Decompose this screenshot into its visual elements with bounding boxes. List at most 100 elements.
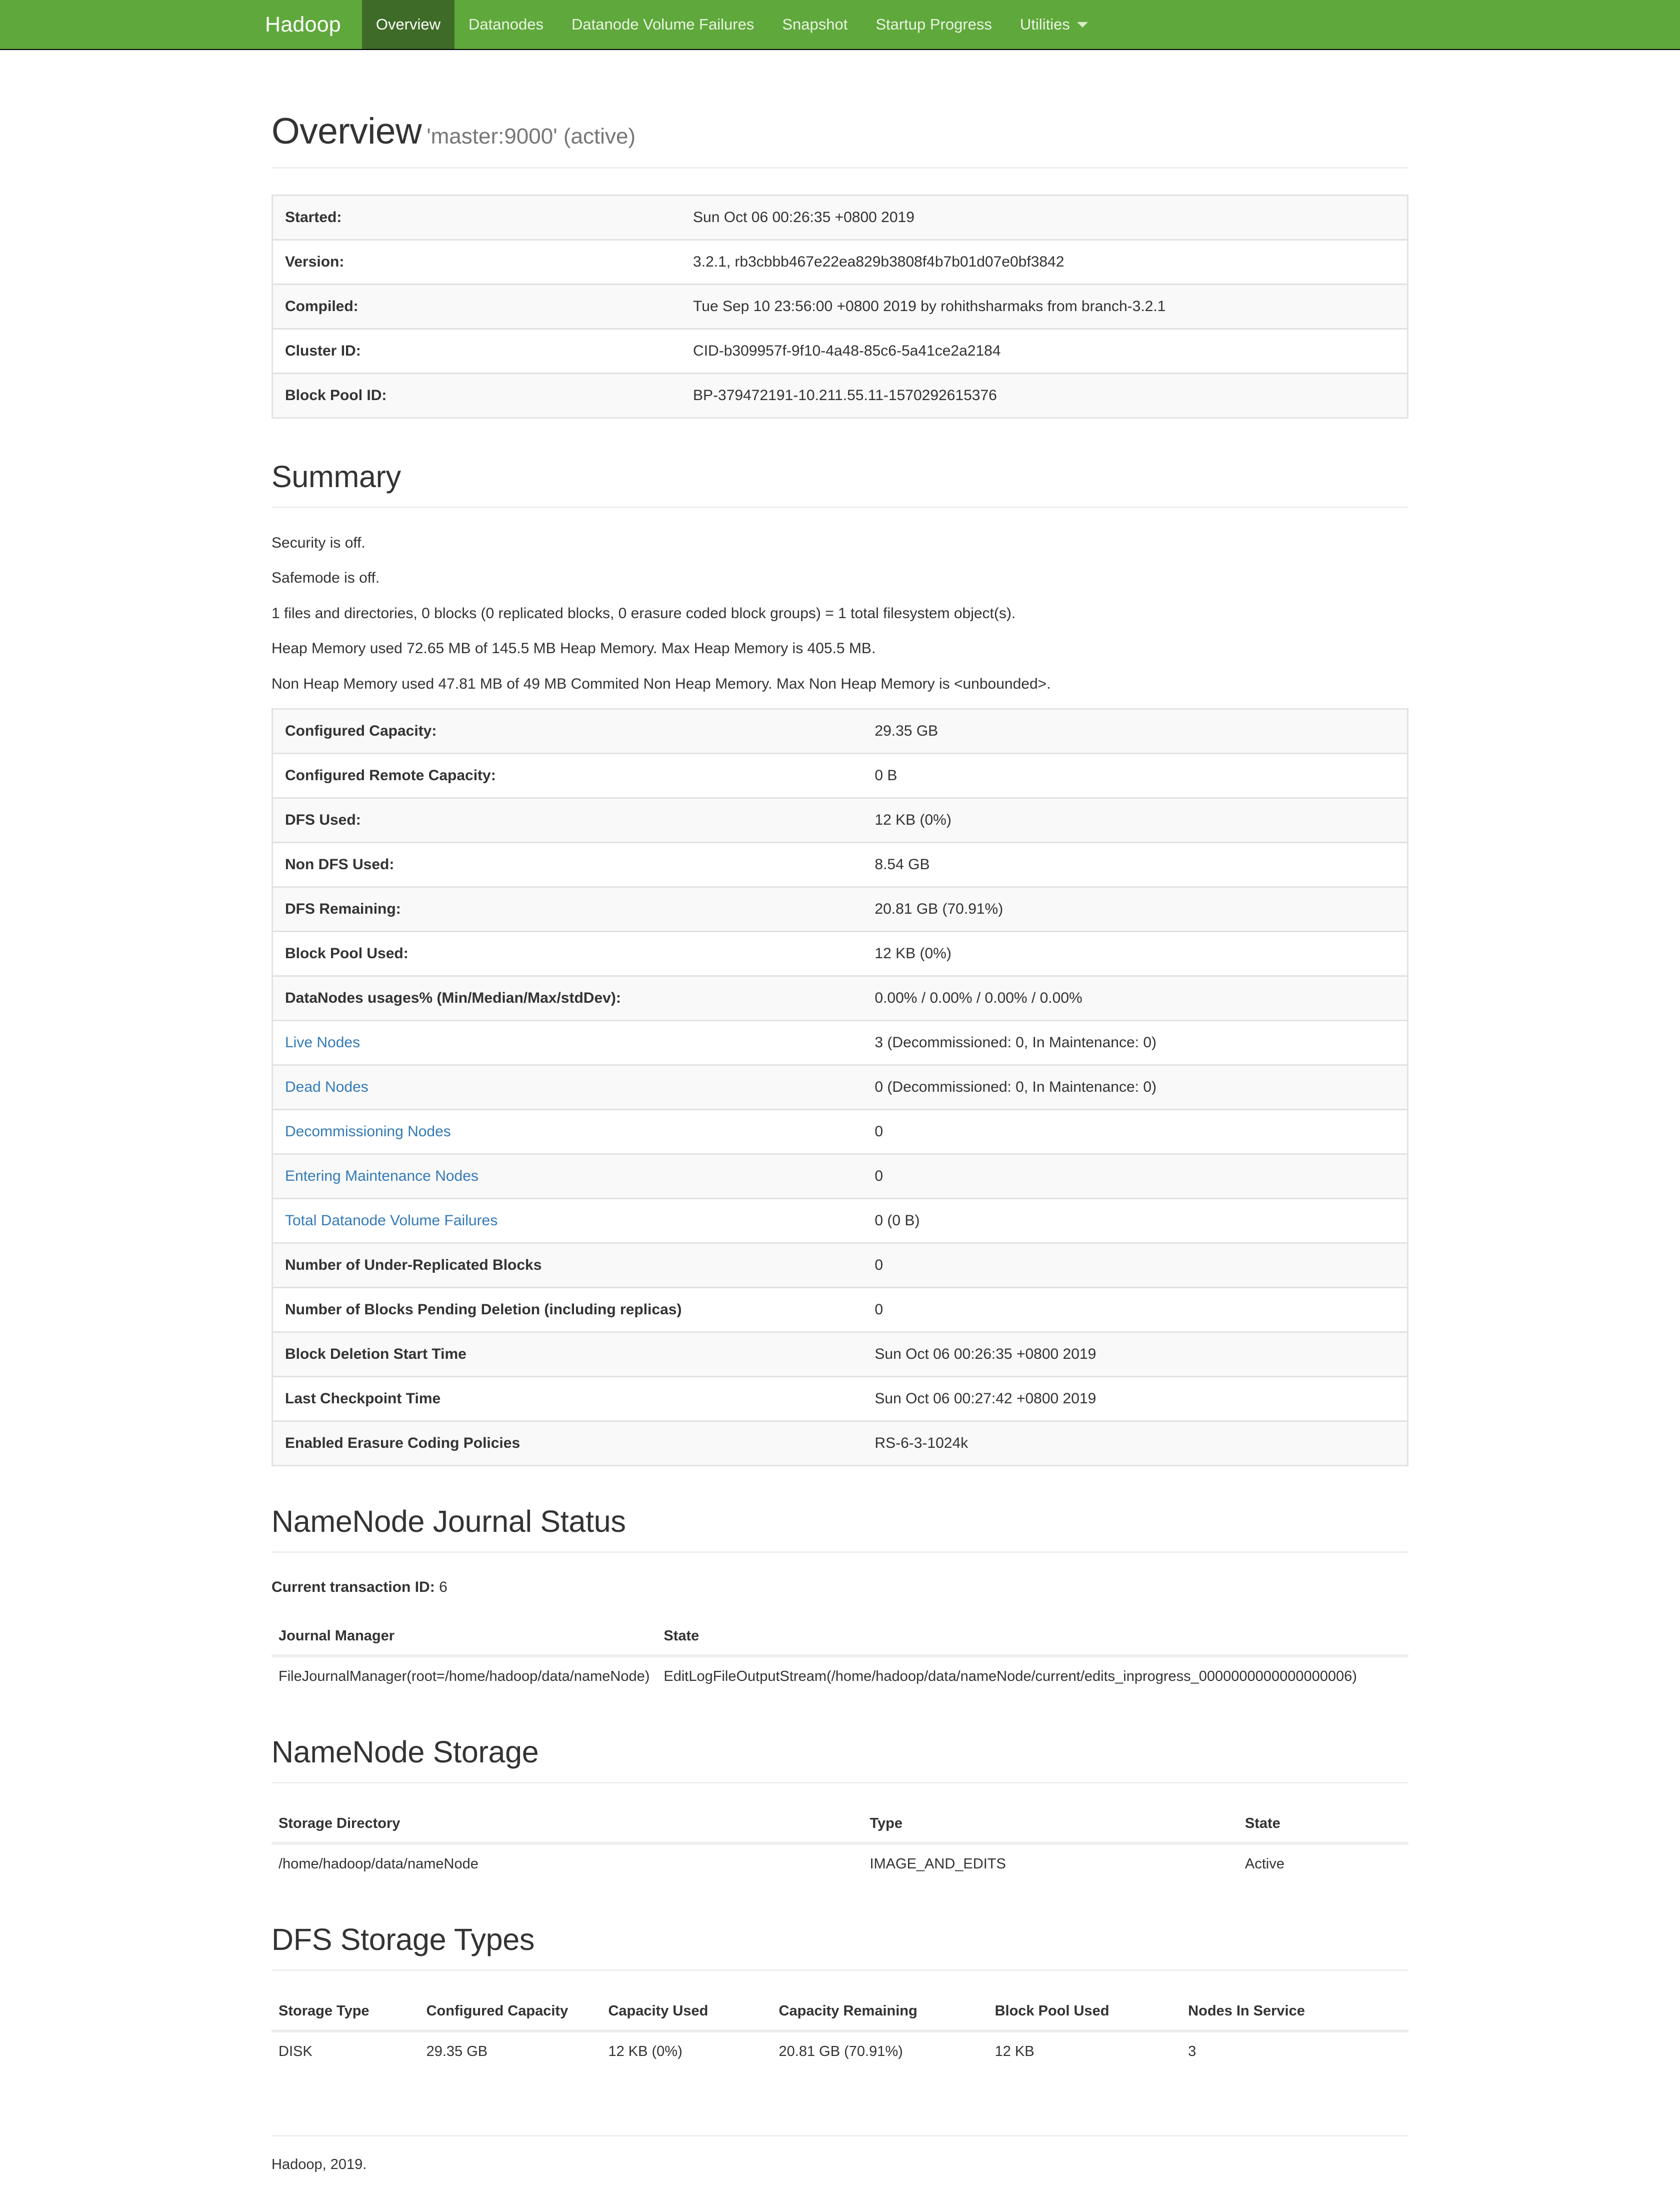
nav-tab-startup-progress[interactable]: Startup Progress bbox=[862, 0, 1006, 49]
table-header-row: Journal Manager State bbox=[272, 1619, 1408, 1658]
link-total-datanode-volume-failures[interactable]: Total Datanode Volume Failures bbox=[285, 1212, 498, 1229]
info-table-wrapper: Started: Sun Oct 06 00:26:35 +0800 2019 … bbox=[272, 194, 1408, 419]
table-row: DFS Used: 12 KB (0%) bbox=[272, 797, 1408, 843]
table-row: Version: 3.2.1, rb3cbbb467e22ea829b3808f… bbox=[272, 239, 1408, 285]
journal-body: Current transaction ID: 6 Journal Manage… bbox=[272, 1579, 1408, 1697]
summary-value: Sun Oct 06 00:26:35 +0800 2019 bbox=[862, 1331, 1408, 1377]
dfs-col-nodes-in-service: Nodes In Service bbox=[1181, 1994, 1408, 2033]
nav-tab-snapshot[interactable]: Snapshot bbox=[768, 0, 862, 49]
summary-key-label: DataNodes usages% (Min/Median/Max/stdDev… bbox=[285, 990, 621, 1007]
summary-key: DFS Remaining: bbox=[272, 886, 863, 932]
info-key-label: Cluster ID: bbox=[285, 342, 361, 359]
journal-manager-value: FileJournalManager(root=/home/hadoop/dat… bbox=[278, 1668, 650, 1685]
nav-tab-datanode-volume-failures[interactable]: Datanode Volume Failures bbox=[558, 0, 768, 49]
table-header-row: Storage Type Configured Capacity Capacit… bbox=[272, 1994, 1408, 2033]
summary-key-label: Configured Remote Capacity: bbox=[285, 767, 496, 784]
link-decommissioning-nodes[interactable]: Decommissioning Nodes bbox=[285, 1123, 451, 1140]
info-key-label: Version: bbox=[285, 253, 344, 270]
dfs-col-capacity-used: Capacity Used bbox=[601, 1994, 772, 2033]
info-value: Tue Sep 10 23:56:00 +0800 2019 by rohith… bbox=[681, 283, 1408, 329]
table-row: Block Pool ID: BP-379472191-10.211.55.11… bbox=[272, 372, 1408, 418]
summary-key: Number of Under-Replicated Blocks bbox=[272, 1242, 863, 1288]
summary-key-label: DFS Remaining: bbox=[285, 901, 401, 918]
table-row: /home/hadoop/data/nameNode IMAGE_AND_EDI… bbox=[272, 1843, 1408, 1884]
table-row: Live Nodes 3 (Decommissioned: 0, In Main… bbox=[272, 1020, 1408, 1065]
summary-key: Dead Nodes bbox=[272, 1064, 863, 1110]
table-row: Number of Blocks Pending Deletion (inclu… bbox=[272, 1287, 1408, 1332]
storage-body: Storage Directory Type State /home/hadoo… bbox=[272, 1806, 1408, 1884]
dfs-col-storage-type: Storage Type bbox=[272, 1994, 420, 2033]
summary-key-label: Last Checkpoint Time bbox=[285, 1390, 441, 1407]
summary-key: Decommissioning Nodes bbox=[272, 1109, 863, 1154]
table-row: Non DFS Used: 8.54 GB bbox=[272, 842, 1408, 887]
summary-value: 12 KB (0%) bbox=[862, 931, 1408, 976]
page-title-text: Overview bbox=[272, 111, 422, 152]
journal-table: Journal Manager State FileJournalManager… bbox=[272, 1619, 1408, 1697]
link-dead-nodes[interactable]: Dead Nodes bbox=[285, 1079, 368, 1095]
summary-table: Configured Capacity: 29.35 GB Configured… bbox=[272, 708, 1408, 1467]
table-row: Block Pool Used: 12 KB (0%) bbox=[272, 931, 1408, 976]
nav-tab-datanodes[interactable]: Datanodes bbox=[454, 0, 558, 49]
nav-tab-overview[interactable]: Overview bbox=[362, 0, 455, 49]
summary-key: Block Pool Used: bbox=[272, 931, 863, 976]
info-key: Cluster ID: bbox=[272, 328, 682, 374]
brand-logo[interactable]: Hadoop bbox=[254, 0, 362, 49]
summary-paragraphs: Security is off. Safemode is off. 1 file… bbox=[272, 532, 1408, 695]
dfs-col-capacity-remaining: Capacity Remaining bbox=[772, 1994, 988, 2033]
storage-col-directory: Storage Directory bbox=[272, 1806, 863, 1845]
summary-key: DFS Used: bbox=[272, 797, 863, 843]
info-value: 3.2.1, rb3cbbb467e22ea829b3808f4b7b01d07… bbox=[681, 239, 1408, 285]
storage-heading: NameNode Storage bbox=[272, 1736, 1408, 1784]
page-content: Overview'master:9000' (active) Started: … bbox=[270, 111, 1410, 2203]
summary-key: Total Datanode Volume Failures bbox=[272, 1198, 863, 1243]
storage-col-type: Type bbox=[862, 1806, 1238, 1845]
journal-col-state: State bbox=[656, 1619, 1408, 1658]
table-row: DataNodes usages% (Min/Median/Max/stdDev… bbox=[272, 975, 1408, 1021]
summary-value: 0 (Decommissioned: 0, In Maintenance: 0) bbox=[862, 1064, 1408, 1110]
summary-value: 0 (0 B) bbox=[862, 1198, 1408, 1243]
info-value: Sun Oct 06 00:26:35 +0800 2019 bbox=[681, 195, 1408, 240]
table-row: Configured Remote Capacity: 0 B bbox=[272, 753, 1408, 798]
summary-table-wrapper: Configured Capacity: 29.35 GB Configured… bbox=[272, 708, 1408, 1467]
current-transaction-id: Current transaction ID: 6 bbox=[272, 1579, 1408, 1596]
nav-tab-utilities[interactable]: Utilities bbox=[1006, 0, 1102, 49]
summary-key-label: Configured Capacity: bbox=[285, 723, 437, 740]
info-key-label: Block Pool ID: bbox=[285, 387, 387, 404]
summary-key: Configured Capacity: bbox=[272, 709, 863, 754]
summary-key: Block Deletion Start Time bbox=[272, 1331, 863, 1377]
table-row: Entering Maintenance Nodes 0 bbox=[272, 1153, 1408, 1199]
dfs-storage-types-body: Storage Type Configured Capacity Capacit… bbox=[272, 1994, 1408, 2072]
summary-key: Live Nodes bbox=[272, 1020, 863, 1065]
link-entering-maintenance-nodes[interactable]: Entering Maintenance Nodes bbox=[285, 1168, 478, 1184]
info-key-label: Started: bbox=[285, 209, 342, 226]
info-value: CID-b309957f-9f10-4a48-85c6-5a41ce2a2184 bbox=[681, 328, 1408, 374]
journal-col-journal-manager: Journal Manager bbox=[272, 1619, 657, 1658]
summary-key-label: Number of Under-Replicated Blocks bbox=[285, 1257, 542, 1274]
table-row: Started: Sun Oct 06 00:26:35 +0800 2019 bbox=[272, 195, 1408, 240]
summary-key: DataNodes usages% (Min/Median/Max/stdDev… bbox=[272, 975, 863, 1021]
info-key: Block Pool ID: bbox=[272, 372, 682, 418]
journal-heading: NameNode Journal Status bbox=[272, 1505, 1408, 1553]
dfs-capacity-used-value: 12 KB (0%) bbox=[608, 2043, 682, 2060]
summary-value: 29.35 GB bbox=[862, 709, 1408, 754]
summary-key-label: DFS Used: bbox=[285, 812, 361, 829]
summary-value: 3 (Decommissioned: 0, In Maintenance: 0) bbox=[862, 1020, 1408, 1065]
top-navbar: Hadoop Overview Datanodes Datanode Volum… bbox=[0, 0, 1680, 50]
dfs-configured-capacity-value: 29.35 GB bbox=[426, 2043, 488, 2060]
storage-state-value: Active bbox=[1244, 1856, 1284, 1872]
navbar-items: Hadoop Overview Datanodes Datanode Volum… bbox=[254, 0, 1102, 49]
summary-key: Configured Remote Capacity: bbox=[272, 753, 863, 798]
summary-value: RS-6-3-1024k bbox=[862, 1420, 1408, 1466]
info-table: Started: Sun Oct 06 00:26:35 +0800 2019 … bbox=[272, 194, 1408, 419]
table-row: Total Datanode Volume Failures 0 (0 B) bbox=[272, 1198, 1408, 1243]
summary-text-filesystem-objects: 1 files and directories, 0 blocks (0 rep… bbox=[272, 605, 1016, 622]
summary-value: 0 bbox=[862, 1287, 1408, 1332]
dfs-storage-types-heading: DFS Storage Types bbox=[272, 1923, 1408, 1971]
nav-tab-utilities-label: Utilities bbox=[1020, 16, 1070, 33]
link-live-nodes[interactable]: Live Nodes bbox=[285, 1034, 360, 1051]
dfs-block-pool-used-value: 12 KB bbox=[994, 2043, 1034, 2060]
table-row: FileJournalManager(root=/home/hadoop/dat… bbox=[272, 1656, 1408, 1697]
table-row: Dead Nodes 0 (Decommissioned: 0, In Main… bbox=[272, 1064, 1408, 1110]
info-key: Version: bbox=[272, 239, 682, 285]
table-row: Configured Capacity: 29.35 GB bbox=[272, 709, 1408, 754]
